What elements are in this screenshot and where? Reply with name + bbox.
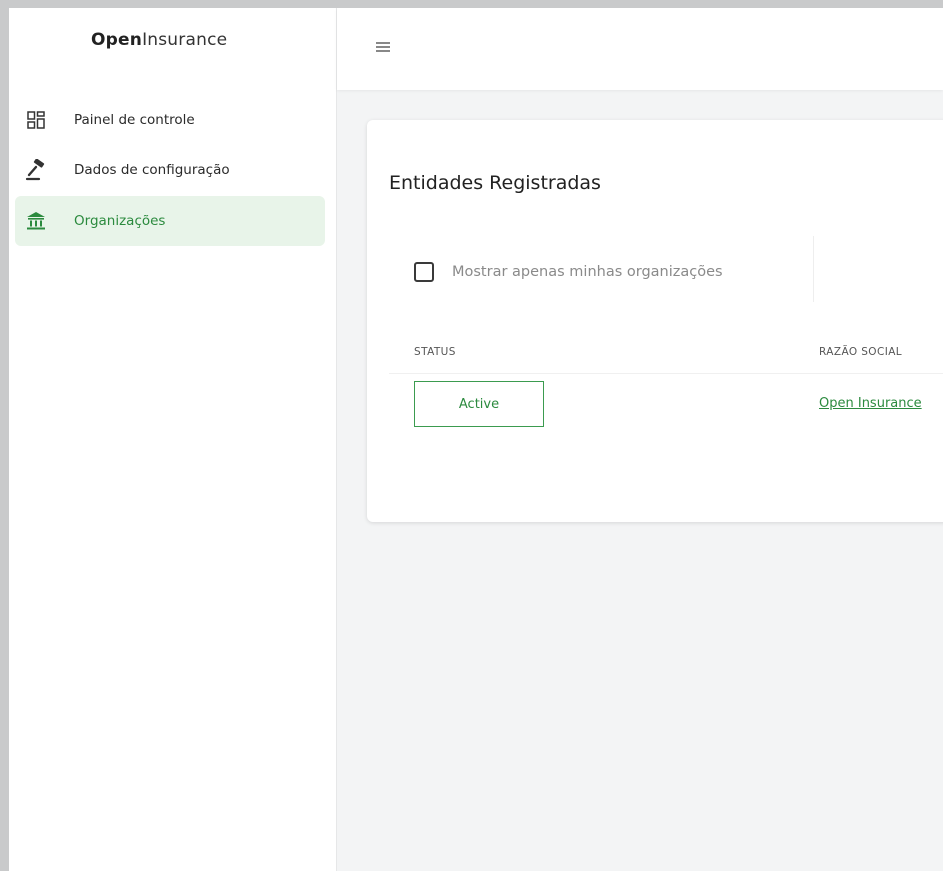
sidebar-item-label: Dados de configuração [74,162,230,178]
status-badge: Active [414,381,544,427]
sidebar-item-organizacoes[interactable]: Organizações [15,196,325,246]
hamburger-menu-icon[interactable] [375,39,391,55]
entities-card: Entidades Registradas Mostrar apenas min… [367,120,943,522]
sidebar-item-painel[interactable]: Painel de controle [15,95,325,145]
column-header-status[interactable]: STATUS [414,346,456,358]
sidebar-item-label: Painel de controle [74,112,195,128]
app-frame: OpenInsurance Painel de controle Dados d… [9,8,943,871]
razao-social-link[interactable]: Open Insurance [819,396,922,411]
filter-my-organizations[interactable]: Mostrar apenas minhas organizações [414,262,723,282]
sidebar: OpenInsurance Painel de controle Dados d… [9,8,337,871]
logo-light-text: Insurance [142,30,228,50]
page-title: Entidades Registradas [389,172,601,194]
top-bar [337,8,943,90]
bank-icon [25,210,47,232]
dashboard-icon [25,109,47,131]
filter-checkbox-label: Mostrar apenas minhas organizações [452,264,723,280]
column-header-razao-social[interactable]: RAZÃO SOCIAL [819,346,902,358]
table-header-divider [389,373,943,374]
logo-bold-text: Open [91,30,143,50]
filter-divider [813,236,814,302]
filter-checkbox[interactable] [414,262,434,282]
sidebar-item-dados-configuracao[interactable]: Dados de configuração [15,145,325,195]
gavel-icon [25,159,47,181]
sidebar-item-label: Organizações [74,213,166,229]
app-logo[interactable]: OpenInsurance [91,30,227,50]
